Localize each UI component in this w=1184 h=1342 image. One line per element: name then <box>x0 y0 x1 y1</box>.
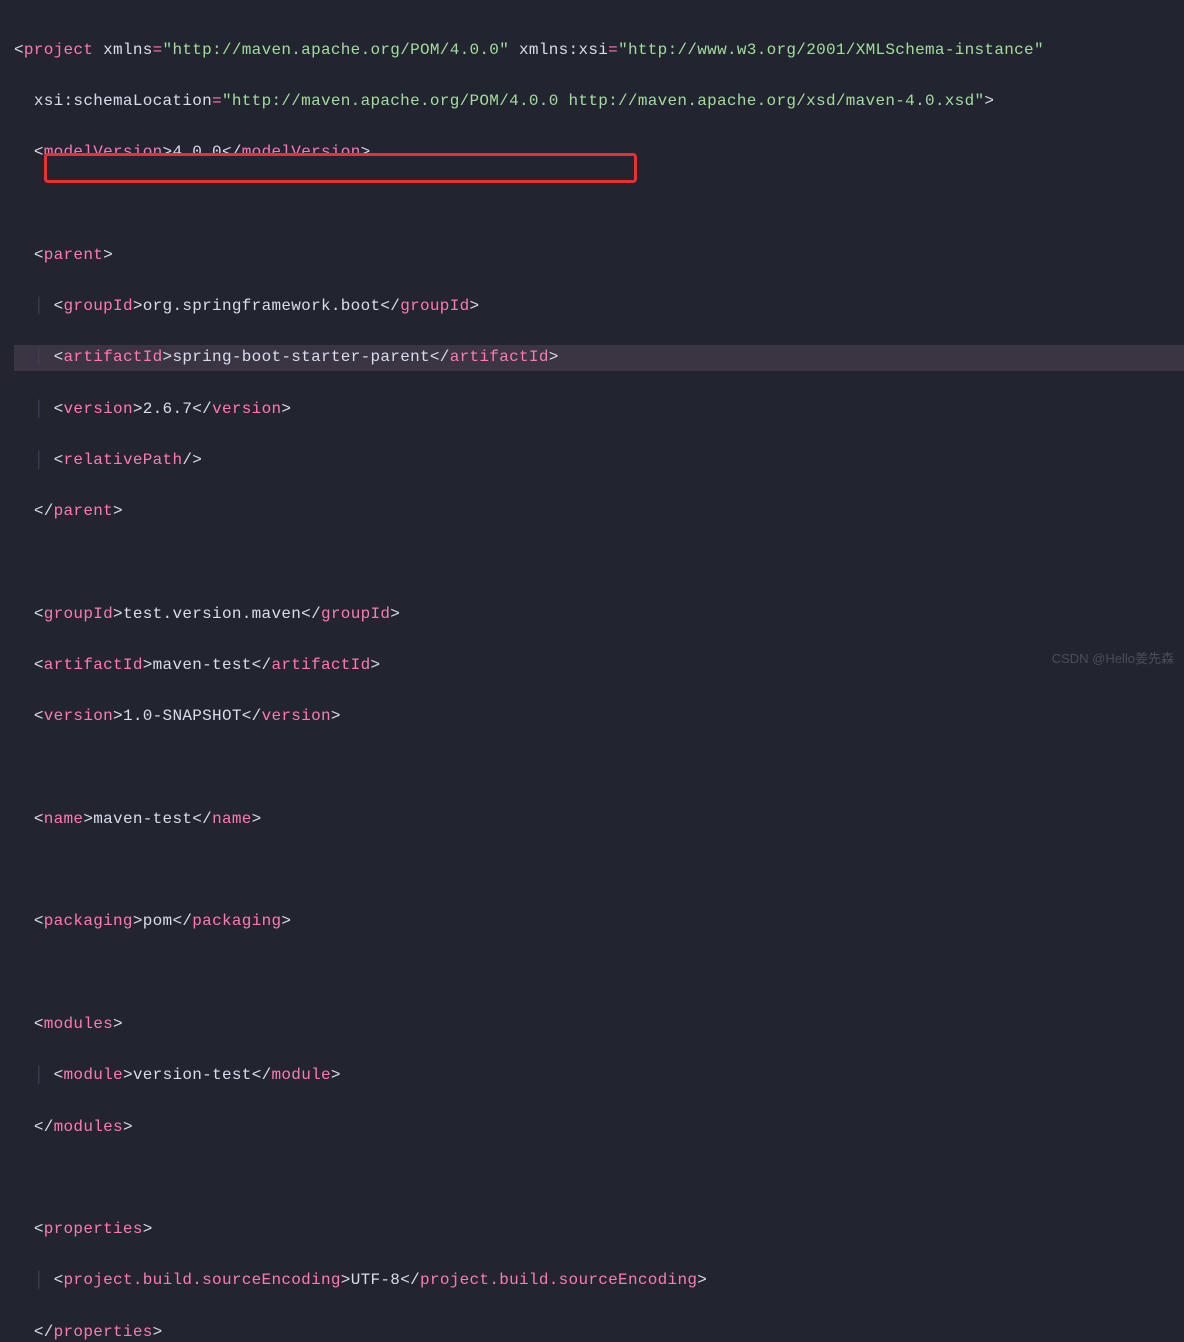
code-line: <project xmlns="http://maven.apache.org/… <box>14 38 1184 64</box>
code-line: │ <module>version-test</module> <box>14 1063 1184 1089</box>
code-line: </parent> <box>14 499 1184 525</box>
code-editor[interactable]: <project xmlns="http://maven.apache.org/… <box>0 0 1184 1342</box>
code-line: <modelVersion>4.0.0</modelVersion> <box>14 140 1184 166</box>
watermark-text: CSDN @Hello姜先森 <box>1052 648 1174 667</box>
code-line <box>14 191 1184 217</box>
code-line: <parent> <box>14 243 1184 269</box>
code-line-highlighted: │ <artifactId>spring-boot-starter-parent… <box>14 345 1184 371</box>
code-line: <packaging>pom</packaging> <box>14 909 1184 935</box>
code-line <box>14 1166 1184 1192</box>
code-line: │ <groupId>org.springframework.boot</gro… <box>14 294 1184 320</box>
code-line: </properties> <box>14 1320 1184 1342</box>
code-line: │ <relativePath/> <box>14 448 1184 474</box>
code-line: <version>1.0-SNAPSHOT</version> <box>14 704 1184 730</box>
code-line: <name>maven-test</name> <box>14 807 1184 833</box>
code-line: <modules> <box>14 1012 1184 1038</box>
code-line: xsi:schemaLocation="http://maven.apache.… <box>14 89 1184 115</box>
code-line: <groupId>test.version.maven</groupId> <box>14 602 1184 628</box>
code-line <box>14 961 1184 987</box>
code-line: </modules> <box>14 1115 1184 1141</box>
code-line <box>14 858 1184 884</box>
code-line: │ <project.build.sourceEncoding>UTF-8</p… <box>14 1268 1184 1294</box>
code-line <box>14 550 1184 576</box>
code-line <box>14 756 1184 782</box>
code-line: │ <version>2.6.7</version> <box>14 397 1184 423</box>
code-line: <properties> <box>14 1217 1184 1243</box>
code-line: <artifactId>maven-test</artifactId> <box>14 653 1184 679</box>
